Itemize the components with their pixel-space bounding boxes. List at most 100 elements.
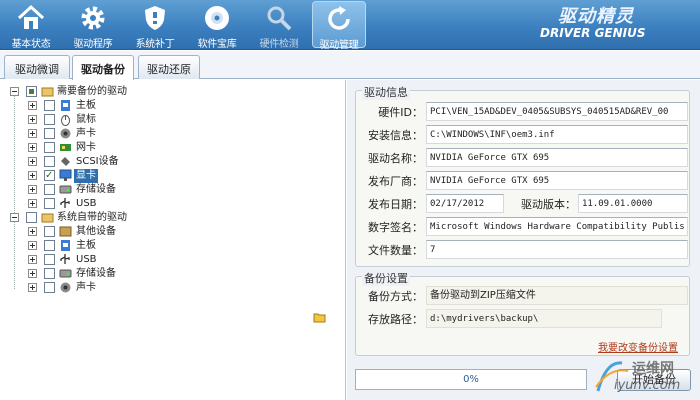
disk-icon [59, 267, 72, 280]
tree-item-network-card[interactable]: 网卡 [0, 141, 345, 155]
tree-item-other-devices[interactable]: 其他设备 [0, 225, 345, 239]
tree-item-label: 显卡 [74, 169, 98, 183]
collapse-toggle[interactable] [10, 213, 19, 222]
item-checkbox[interactable] [44, 114, 55, 125]
toolbar-label: 基本状态 [11, 39, 51, 50]
shield-icon [145, 6, 165, 30]
mouse-icon [59, 113, 72, 126]
group-checkbox[interactable] [26, 86, 37, 97]
usb-icon [59, 253, 72, 266]
tree-item-label: 主板 [76, 240, 96, 251]
collapse-toggle[interactable] [10, 87, 19, 96]
tree-item-scsi[interactable]: SCSI设备 [0, 155, 345, 169]
tree-group-label: 系统自带的驱动 [57, 212, 127, 223]
change-backup-settings-link[interactable]: 我要改变备份设置 [598, 339, 678, 354]
folder-icon [41, 85, 54, 98]
logo-text: 驱动精灵 [558, 6, 634, 27]
tree-item-label: 声卡 [76, 128, 96, 139]
backup-settings-title: 备份设置 [362, 270, 410, 286]
tree-item-label: 存储设备 [76, 268, 116, 279]
expand-toggle[interactable] [28, 129, 37, 138]
folder-icon [41, 211, 54, 224]
tree-item-storage[interactable]: 存储设备 [0, 183, 345, 197]
magnifier-icon [267, 6, 292, 31]
item-checkbox[interactable] [44, 156, 55, 167]
item-checkbox[interactable] [44, 128, 55, 139]
disk-icon [59, 183, 72, 196]
group-checkbox[interactable] [26, 212, 37, 223]
toolbar-software-button[interactable]: 软件宝库 [190, 1, 244, 50]
driver-name-label: 驱动名称： [368, 152, 423, 165]
signature-label: 数字签名： [368, 221, 423, 234]
vendor-value: NVIDIA GeForce GTX 695 [426, 171, 688, 190]
main-toolbar: 基本状态 驱动程序 系统补丁 软件宝库 硬件检测 驱动管理 驱动精灵 DRIVE… [0, 0, 700, 51]
expand-toggle[interactable] [28, 269, 37, 278]
expand-toggle[interactable] [28, 241, 37, 250]
tree-item-sound-card[interactable]: 声卡 [0, 127, 345, 141]
expand-toggle[interactable] [28, 171, 37, 180]
tab-driver-backup[interactable]: 驱动备份 [72, 55, 134, 80]
backup-path-value: d:\mydrivers\backup\ [426, 309, 662, 328]
toolbar-drivers-button[interactable]: 驱动程序 [66, 1, 120, 50]
item-checkbox[interactable] [44, 268, 55, 279]
toolbar-driver-manage-button[interactable]: 驱动管理 [312, 1, 366, 51]
logo-subtitle: DRIVER GENIUS [540, 26, 646, 40]
expand-toggle[interactable] [28, 255, 37, 264]
backup-method-value: 备份驱动到ZIP压缩文件 [426, 286, 688, 305]
signature-value: Microsoft Windows Hardware Compatibility… [426, 217, 688, 236]
expand-toggle[interactable] [28, 227, 37, 236]
expand-toggle[interactable] [28, 185, 37, 194]
expand-toggle[interactable] [28, 199, 37, 208]
item-checkbox[interactable] [44, 100, 55, 111]
tree-item-label: 鼠标 [76, 114, 96, 125]
item-checkbox[interactable] [44, 142, 55, 153]
backup-settings-group: 备份设置 备份方式： 备份驱动到ZIP压缩文件 存放路径： d:\mydrive… [313, 270, 690, 356]
item-checkbox[interactable] [44, 169, 55, 183]
file-count-value: 7 [426, 240, 688, 259]
monitor-icon [59, 169, 72, 182]
item-checkbox[interactable] [44, 226, 55, 237]
item-checkbox[interactable] [44, 240, 55, 251]
item-checkbox[interactable] [44, 198, 55, 209]
tree-group-system-builtin[interactable]: 系统自带的驱动 [0, 211, 345, 225]
tree-item-storage[interactable]: 存储设备 [0, 267, 345, 281]
tree-item-label: USB [76, 198, 97, 209]
motherboard-icon [59, 239, 72, 252]
expand-toggle[interactable] [28, 143, 37, 152]
tree-group-needs-backup[interactable]: 需要备份的驱动 [0, 85, 345, 99]
hardware-id-value: PCI\VEN_15AD&DEV_0405&SUBSYS_040515AD&RE… [426, 102, 688, 121]
tree-item-label: SCSI设备 [76, 156, 119, 167]
toolbar-hardware-check-button[interactable]: 硬件检测 [252, 1, 306, 50]
expand-toggle[interactable] [28, 115, 37, 124]
expand-toggle[interactable] [28, 283, 37, 292]
tree-item-sound-card[interactable]: 声卡 [0, 281, 345, 295]
tree-item-motherboard[interactable]: 主板 [0, 99, 345, 113]
tree-item-label: USB [76, 254, 97, 265]
motherboard-icon [59, 99, 72, 112]
expand-toggle[interactable] [28, 157, 37, 166]
expand-toggle[interactable] [28, 101, 37, 110]
network-card-icon [59, 141, 72, 154]
watermark-title: 运维网 [632, 361, 674, 377]
item-checkbox[interactable] [44, 254, 55, 265]
tree-item-label: 其他设备 [76, 226, 116, 237]
tab-driver-restore[interactable]: 驱动还原 [138, 55, 200, 79]
tree-group-label: 需要备份的驱动 [57, 86, 127, 97]
tree-item-label: 主板 [76, 100, 96, 111]
tree-item-usb[interactable]: USB [0, 197, 345, 211]
tab-driver-tweak[interactable]: 驱动微调 [4, 55, 70, 79]
toolbar-patches-button[interactable]: 系统补丁 [128, 1, 182, 50]
item-checkbox[interactable] [44, 282, 55, 293]
tree-item-display-card[interactable]: 显卡 [0, 169, 345, 183]
toolbar-label: 系统补丁 [135, 39, 175, 50]
tree-item-mouse[interactable]: 鼠标 [0, 113, 345, 127]
vendor-label: 发布厂商： [368, 175, 423, 188]
toolbar-basic-status-button[interactable]: 基本状态 [4, 1, 58, 50]
tree-item-usb[interactable]: USB [0, 253, 345, 267]
watermark: 运维网 iyunv.com [592, 356, 698, 398]
browse-folder-icon[interactable] [313, 312, 326, 323]
driver-version-value: 11.09.01.0000 [578, 194, 688, 213]
tree-item-motherboard[interactable]: 主板 [0, 239, 345, 253]
backup-path-label: 存放路径： [368, 313, 423, 326]
item-checkbox[interactable] [44, 184, 55, 195]
